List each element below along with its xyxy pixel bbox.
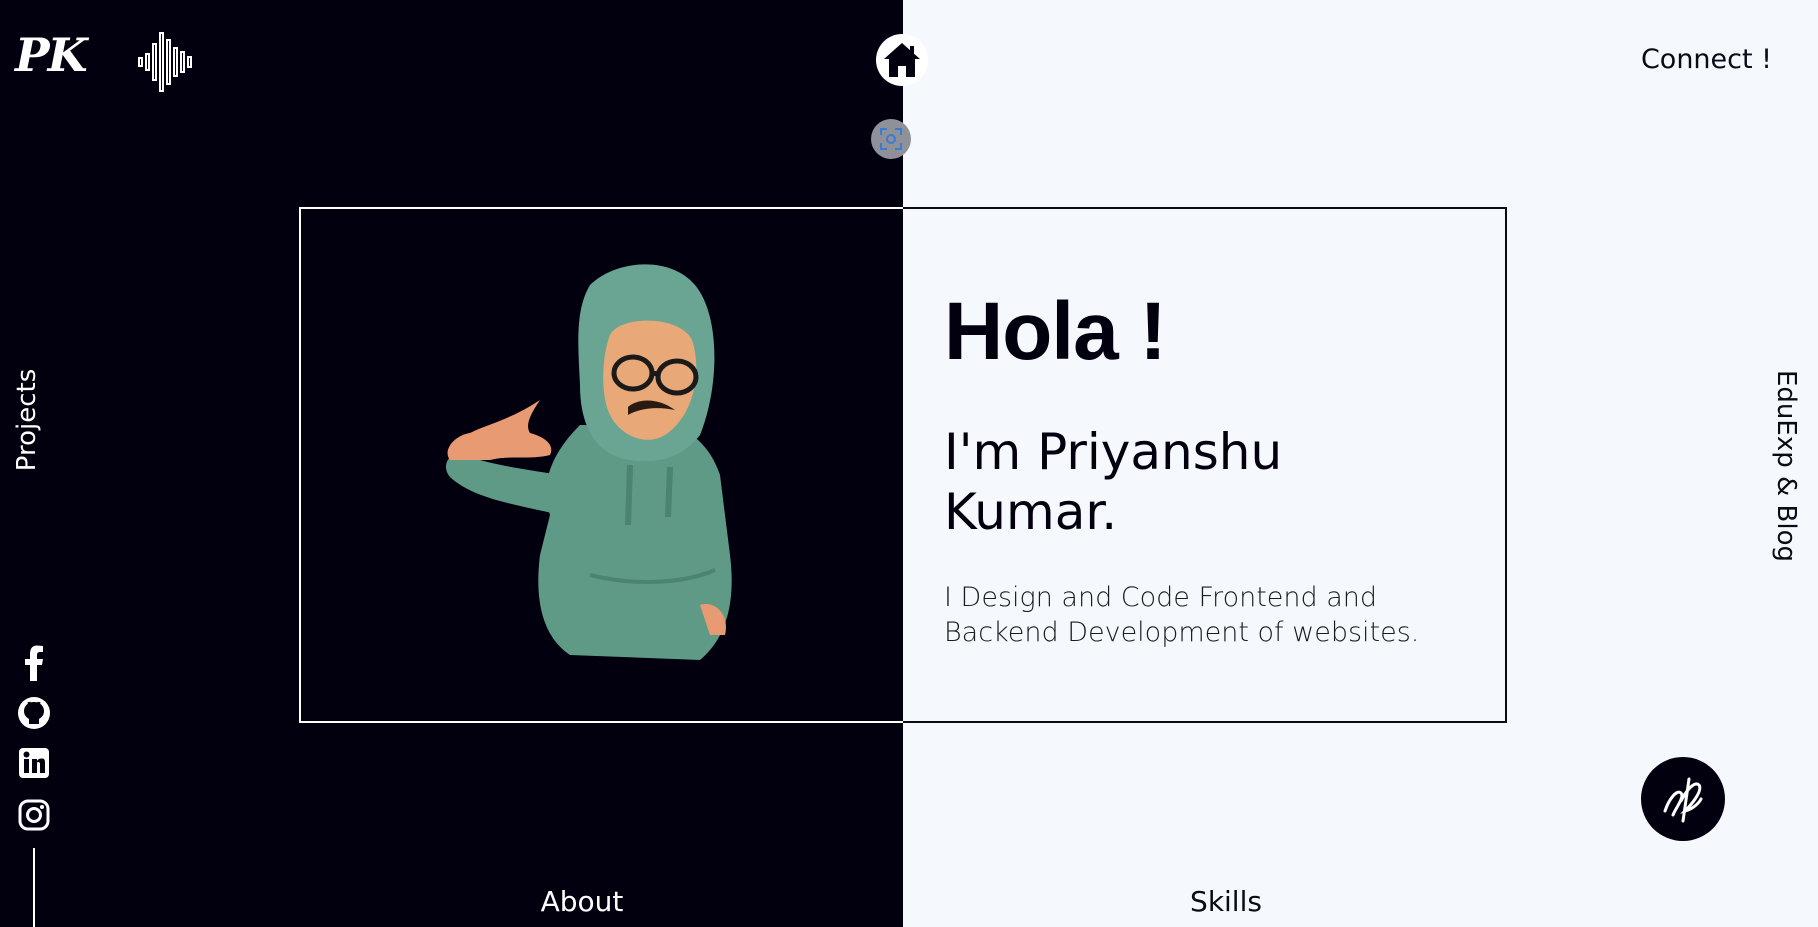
connect-link[interactable]: Connect ! (1641, 44, 1772, 75)
sound-wave-icon[interactable] (137, 30, 197, 98)
about-link[interactable]: About (541, 885, 624, 918)
facebook-link[interactable] (16, 645, 52, 681)
social-divider (33, 848, 35, 927)
instagram-icon (18, 799, 50, 831)
linkedin-link[interactable] (16, 745, 52, 781)
screenshot-icon[interactable] (871, 119, 911, 159)
facebook-icon (25, 645, 43, 681)
greeting-heading: Hola ! (944, 286, 1167, 377)
projects-link[interactable]: Projects (12, 369, 42, 472)
tagline-text: I Design and Code Frontend and Backend D… (944, 582, 1420, 648)
signature-logo-button[interactable] (1641, 757, 1725, 841)
eduexp-blog-link[interactable]: EduExp & Blog (1771, 370, 1801, 562)
cartoon-avatar-icon (430, 255, 780, 679)
instagram-link[interactable] (16, 797, 52, 833)
home-button[interactable] (876, 34, 928, 86)
linkedin-icon (19, 748, 49, 778)
skills-link[interactable]: Skills (1190, 885, 1262, 918)
site-logo[interactable]: PK (15, 28, 88, 82)
home-icon (884, 43, 920, 77)
github-icon (18, 697, 50, 729)
signature-icon (1663, 777, 1703, 823)
github-link[interactable] (16, 695, 52, 731)
name-heading: I'm Priyanshu Kumar. (944, 423, 1283, 541)
